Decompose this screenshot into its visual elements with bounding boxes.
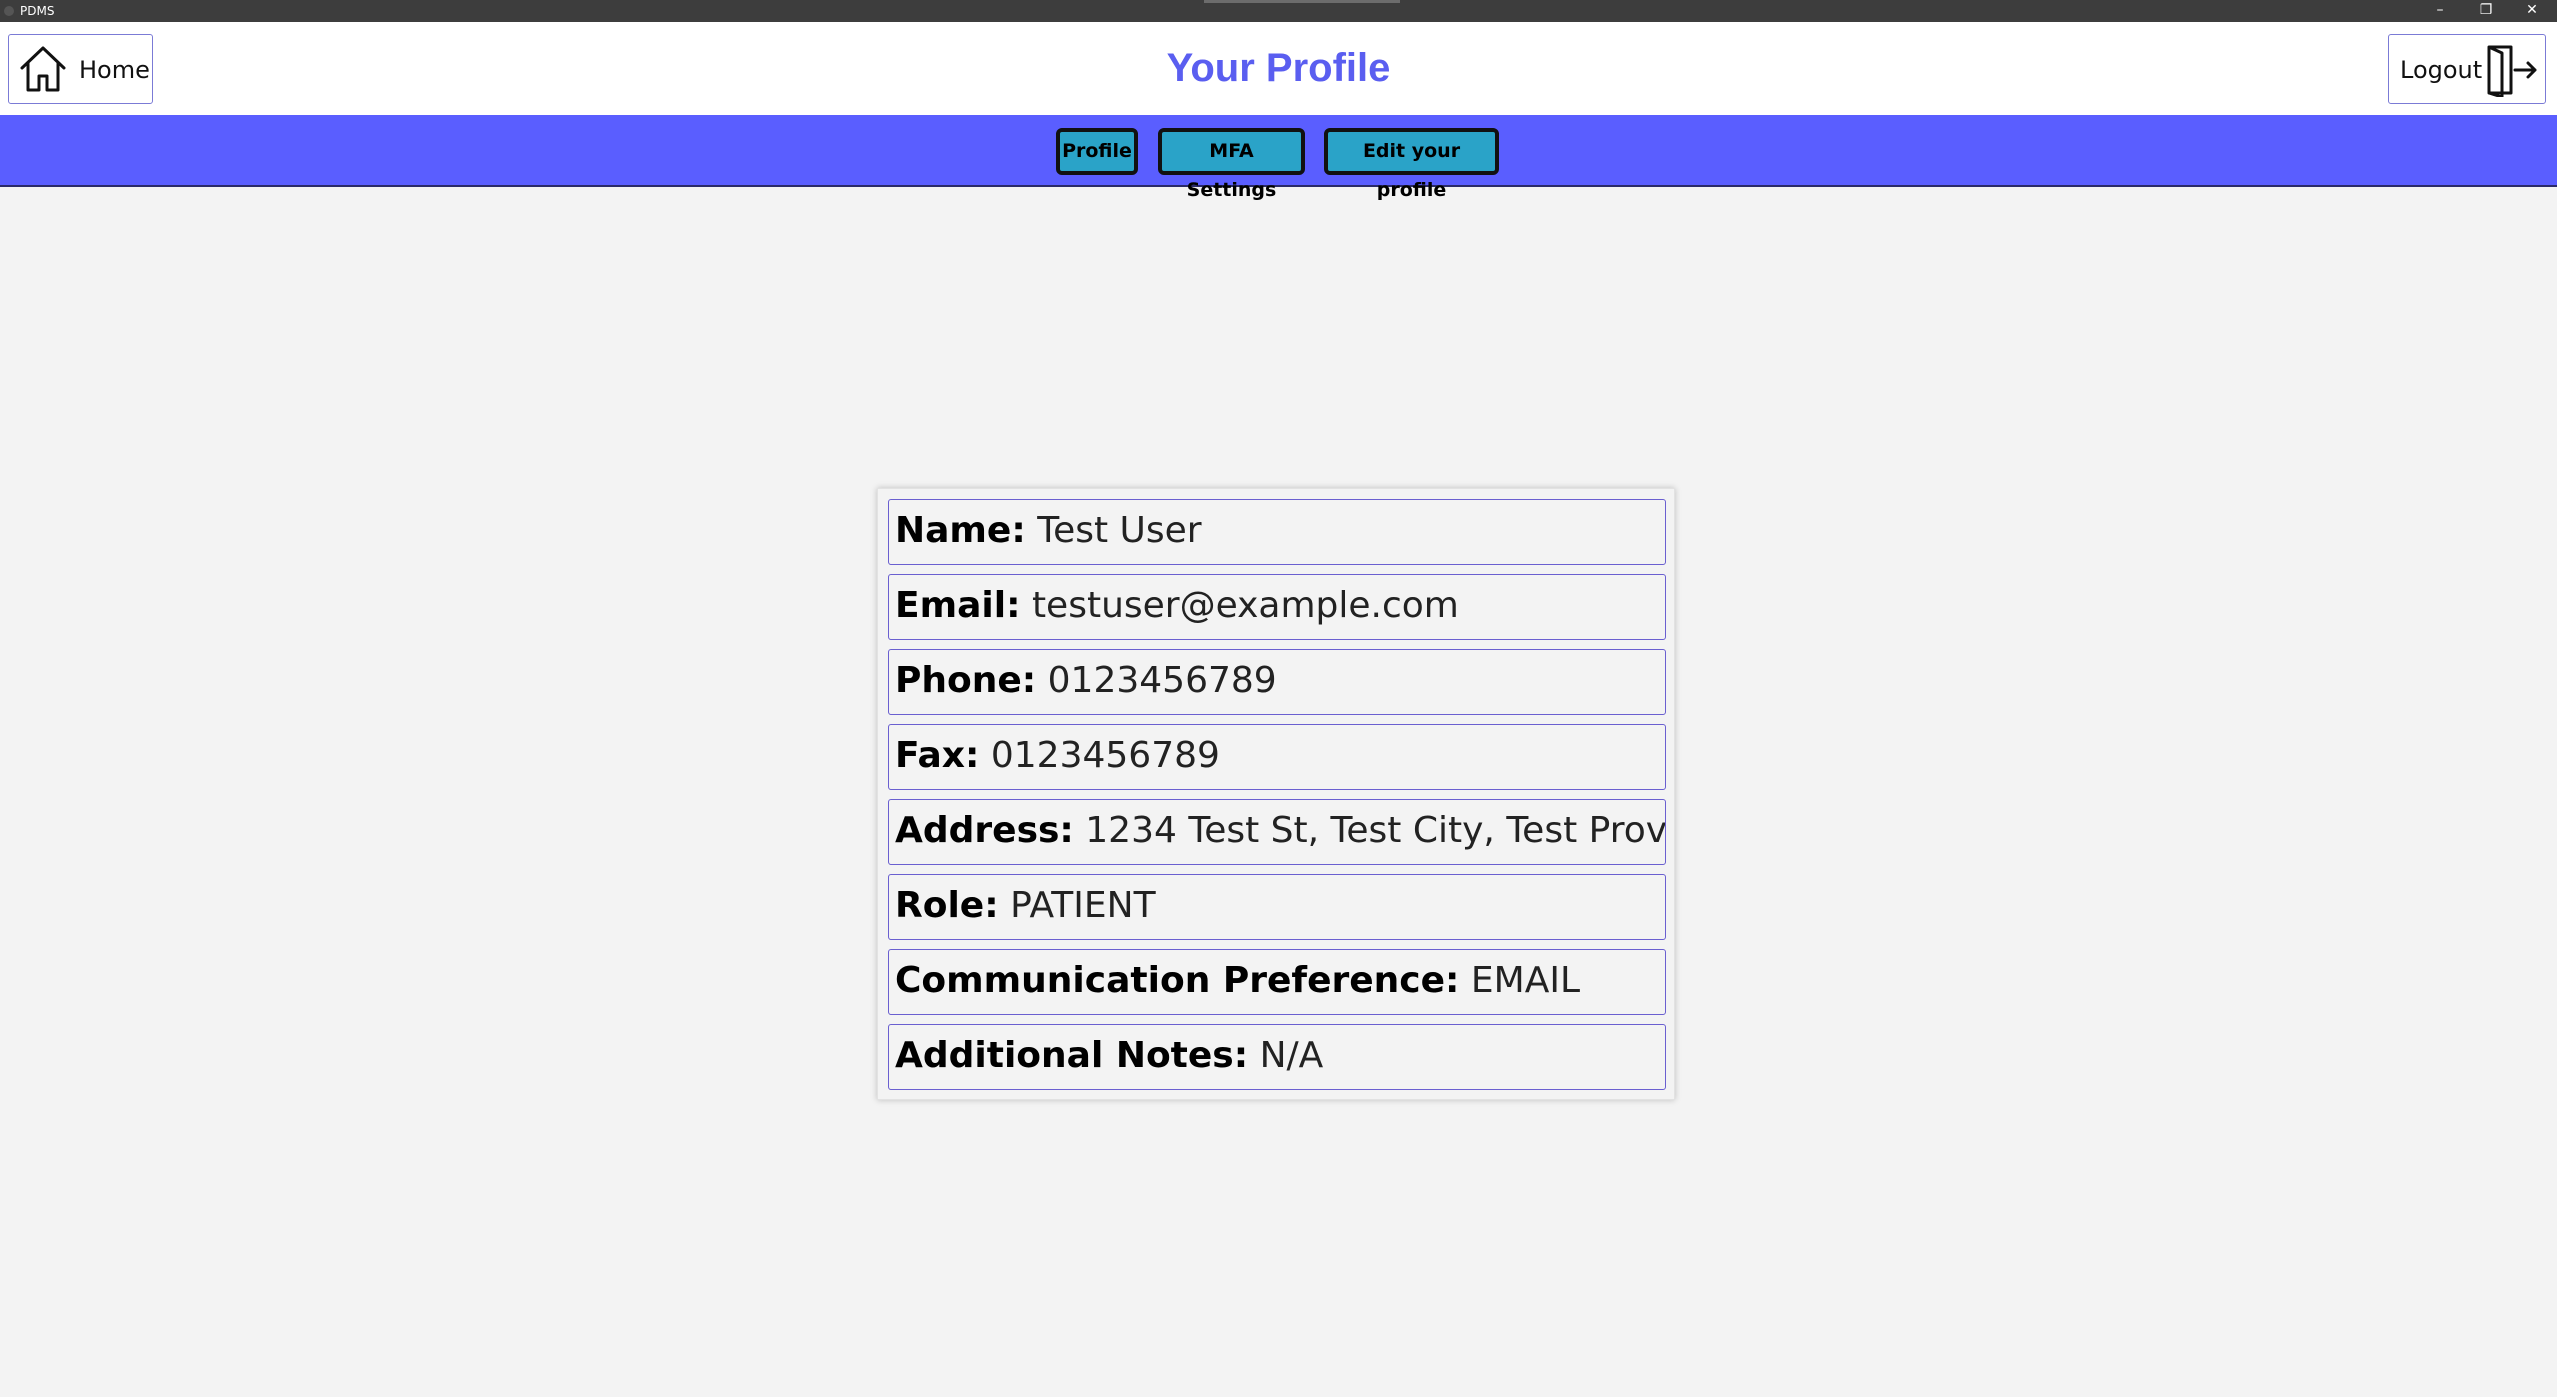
close-icon[interactable]: ✕ bbox=[2512, 0, 2552, 22]
field-label: Additional Notes: bbox=[895, 1035, 1249, 1076]
minimize-icon[interactable]: – bbox=[2420, 0, 2460, 22]
logout-button[interactable]: Logout bbox=[2388, 34, 2546, 104]
field-value: testuser@example.com bbox=[1031, 585, 1459, 626]
profile-field-fax: Fax: 0123456789 bbox=[888, 724, 1666, 790]
logout-button-label: Logout bbox=[2400, 56, 2483, 84]
restore-icon[interactable]: ❐ bbox=[2466, 0, 2506, 22]
profile-field-phone: Phone: 0123456789 bbox=[888, 649, 1666, 715]
field-value: 0123456789 bbox=[1047, 660, 1277, 701]
field-value: 1234 Test St, Test City, Test Province,.… bbox=[1085, 810, 1666, 851]
field-value: N/A bbox=[1259, 1035, 1324, 1076]
app-icon bbox=[4, 6, 14, 16]
profile-field-email: Email: testuser@example.com bbox=[888, 574, 1666, 640]
tab-edit-profile[interactable]: Edit your profile bbox=[1324, 128, 1499, 201]
field-label: Name: bbox=[895, 510, 1026, 551]
field-value: PATIENT bbox=[1010, 885, 1156, 926]
nav-bar: Profile MFA Settings Edit your profile bbox=[0, 115, 2557, 201]
field-value: 0123456789 bbox=[990, 735, 1220, 776]
profile-field-role: Role: PATIENT bbox=[888, 874, 1666, 940]
profile-field-additional-notes: Additional Notes: N/A bbox=[888, 1024, 1666, 1090]
profile-field-address: Address: 1234 Test St, Test City, Test P… bbox=[888, 799, 1666, 865]
window-titlebar: PDMS – ❐ ✕ bbox=[0, 0, 2557, 22]
profile-field-name: Name: Test User bbox=[888, 499, 1666, 565]
window-title: PDMS bbox=[20, 4, 55, 18]
field-value: Test User bbox=[1037, 510, 1202, 551]
field-label: Fax: bbox=[895, 735, 980, 776]
app-header: Home Your Profile Logout bbox=[0, 22, 2557, 115]
tab-profile[interactable]: Profile bbox=[1056, 128, 1138, 175]
tab-mfa-settings[interactable]: MFA Settings bbox=[1158, 128, 1305, 201]
field-label: Address: bbox=[895, 810, 1074, 851]
field-label: Email: bbox=[895, 585, 1021, 626]
field-label: Role: bbox=[895, 885, 999, 926]
page-title: Your Profile bbox=[1166, 46, 1391, 90]
drag-handle[interactable] bbox=[1204, 0, 1400, 3]
field-label: Phone: bbox=[895, 660, 1037, 701]
profile-field-communication-preference: Communication Preference: EMAIL bbox=[888, 949, 1666, 1015]
field-value: EMAIL bbox=[1470, 960, 1580, 1001]
logout-icon bbox=[2487, 45, 2537, 97]
profile-card: Name: Test User Email: testuser@example.… bbox=[877, 488, 1675, 1100]
field-label: Communication Preference: bbox=[895, 960, 1460, 1001]
